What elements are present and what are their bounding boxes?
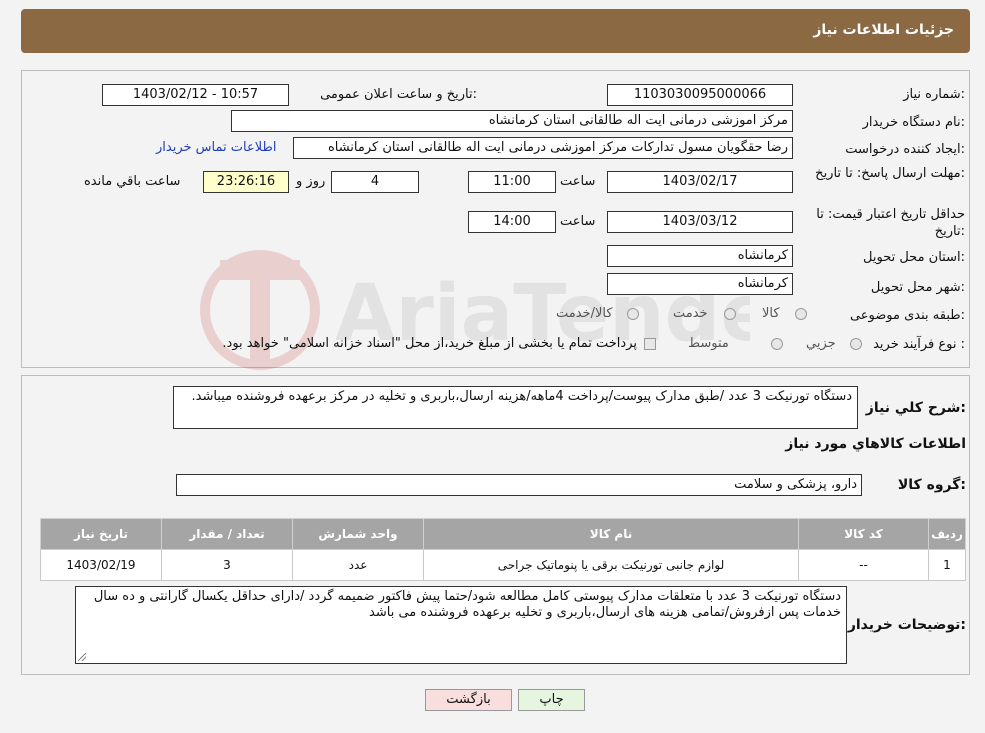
header-goods-code: کد کالا (798, 518, 929, 550)
requester-label: ایجاد کننده درخواست: (845, 142, 965, 157)
reply-deadline-label: مهلت ارسال پاسخ: تا تاریخ: (815, 166, 965, 181)
goods-table: ردیف کد کالا نام کالا واحد شمارش تعداد /… (40, 518, 966, 581)
buyer-notes-textarea: دستگاه تورنیکت 3 عدد با متعلقات مدارک پی… (75, 586, 847, 664)
process-type-label: نوع فرآیند خرید : (873, 337, 965, 352)
requester-field: رضا حقگویان مسول تدارکات مرکز اموزشی درم… (293, 137, 793, 159)
category-goods-label: کالا (762, 306, 780, 321)
cell-row-number: 1 (928, 549, 966, 581)
table-header-row: ردیف کد کالا نام کالا واحد شمارش تعداد /… (40, 518, 966, 550)
validity-time-label: ساعت (560, 214, 596, 229)
cell-unit: عدد (292, 549, 424, 581)
header-need-date: تاریخ نیاز (40, 518, 162, 550)
announce-datetime-field: 1403/02/12 - 10:57 (102, 84, 289, 106)
cell-goods-code: -- (798, 549, 929, 581)
resize-grip-icon[interactable] (78, 653, 86, 661)
province-field: کرمانشاه (607, 245, 793, 267)
category-service-label: خدمت (673, 306, 708, 321)
description-label: شرح کلي نياز: (865, 400, 966, 416)
treasury-payment-note: پرداخت تمام یا بخشی از مبلغ خرید،از محل … (222, 336, 637, 351)
remaining-label: ساعت باقي مانده (84, 174, 181, 189)
category-label: طبقه بندی موضوعی: (849, 308, 965, 323)
reply-days-field: 4 (331, 171, 419, 193)
process-medium-label: متوسط (688, 336, 729, 351)
process-medium-radio[interactable] (771, 338, 783, 350)
header-goods-name: نام کالا (423, 518, 799, 550)
goods-group-field: دارو، پزشکی و سلامت (176, 474, 862, 496)
buyer-contact-link[interactable]: اطلاعات تماس خریدار (156, 140, 276, 155)
process-minor-label: جزیي (806, 336, 836, 351)
buyer-org-label: نام دستگاه خریدار: (862, 115, 965, 130)
category-goods-service-label: کالا/خدمت (556, 306, 613, 321)
cell-goods-name: لوازم جانبی تورنیکت برقی یا پنوماتیک جرا… (423, 549, 799, 581)
city-field: کرمانشاه (607, 273, 793, 295)
cell-quantity: 3 (161, 549, 293, 581)
need-number-label: شماره نیاز: (903, 87, 965, 102)
validity-date-field: 1403/03/12 (607, 211, 793, 233)
day-and-label: روز و (296, 174, 326, 189)
header-quantity: تعداد / مقدار (161, 518, 293, 550)
goods-group-label: گروه کالا: (897, 477, 966, 493)
city-label: شهر محل تحویل: (870, 280, 965, 295)
category-goods-radio[interactable] (795, 308, 807, 320)
need-number-field: 1103030095000066 (607, 84, 793, 106)
process-minor-radio[interactable] (850, 338, 862, 350)
category-service-radio[interactable] (724, 308, 736, 320)
buyer-org-field: مرکز اموزشی درمانی ایت اله طالقانی استان… (231, 110, 793, 132)
category-goods-service-radio[interactable] (627, 308, 639, 320)
validity-time-field: 14:00 (468, 211, 556, 233)
reply-date-field: 1403/02/17 (607, 171, 793, 193)
announce-datetime-label: تاریخ و ساعت اعلان عمومی: (320, 87, 477, 102)
description-textarea: دستگاه تورنیکت 3 عدد /طبق مدارک پیوست/پر… (173, 386, 858, 429)
print-button[interactable]: چاپ (518, 689, 585, 711)
header-unit: واحد شمارش (292, 518, 424, 550)
page-title: جزئیات اطلاعات نیاز (813, 22, 954, 38)
reply-time-field: 11:00 (468, 171, 556, 193)
cell-need-date: 1403/02/19 (40, 549, 162, 581)
goods-info-title: اطلاعات کالاهاي مورد نياز (785, 436, 966, 452)
buyer-notes-text: دستگاه تورنیکت 3 عدد با متعلقات مدارک پی… (93, 589, 841, 620)
page-header: جزئیات اطلاعات نیاز (21, 9, 970, 53)
buyer-notes-label: توضیحات خریدار: (847, 617, 966, 633)
reply-time-label: ساعت (560, 174, 596, 189)
remaining-time-field: 23:26:16 (203, 171, 289, 193)
province-label: استان محل تحویل: (863, 250, 965, 265)
back-button[interactable]: بازگشت (425, 689, 512, 711)
price-validity-label: حداقل تاریخ اعتبار قیمت: تا تاریخ: (816, 207, 965, 239)
header-row-number: ردیف (928, 518, 966, 550)
treasury-payment-checkbox[interactable] (644, 338, 656, 350)
table-row: 1 -- لوازم جانبی تورنیکت برقی یا پنوماتی… (40, 549, 966, 581)
